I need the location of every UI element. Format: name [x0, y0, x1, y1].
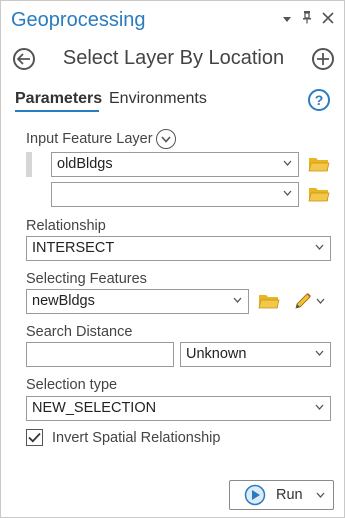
browse-folder-icon[interactable]	[308, 185, 330, 203]
chevron-down-icon[interactable]	[316, 492, 325, 498]
sketch-tool-button[interactable]	[293, 291, 329, 311]
pencil-icon	[295, 293, 311, 309]
search-distance-unit-select[interactable]: Unknown	[180, 342, 331, 367]
expand-layer-button[interactable]	[156, 129, 176, 149]
chevron-down-icon	[233, 297, 242, 305]
invert-label: Invert Spatial Relationship	[52, 430, 221, 446]
field-value: newBldgs	[32, 293, 95, 309]
help-button[interactable]: ?	[308, 89, 330, 111]
chevron-down-icon	[283, 160, 292, 168]
relationship-label: Relationship	[26, 218, 106, 234]
checkmark-icon	[28, 432, 41, 443]
search-distance-input[interactable]	[26, 342, 174, 367]
invert-checkbox[interactable]	[26, 429, 43, 446]
pane-controls	[282, 10, 334, 30]
geoprocessing-pane: Geoprocessing Select Layer By Location P…	[0, 0, 345, 518]
selection-type-label: Selection type	[26, 377, 118, 393]
chevron-down-icon	[315, 244, 324, 252]
input-feature-layer-field-1[interactable]: oldBldgs	[51, 152, 299, 177]
input-feature-layer-label: Input Feature Layer	[26, 131, 153, 147]
play-icon	[244, 484, 266, 506]
tab-active-indicator	[15, 110, 99, 112]
search-distance-label: Search Distance	[26, 324, 133, 340]
row-handle[interactable]	[26, 152, 32, 177]
selection-type-select[interactable]: NEW_SELECTION	[26, 396, 331, 421]
help-icon: ?	[314, 92, 324, 108]
selecting-features-field[interactable]: newBldgs	[26, 289, 249, 314]
chevron-down-icon[interactable]	[282, 10, 292, 30]
browse-folder-icon[interactable]	[308, 155, 330, 173]
selecting-features-label: Selecting Features	[26, 271, 147, 287]
chevron-down-icon	[283, 190, 292, 198]
relationship-select[interactable]: INTERSECT	[26, 236, 331, 261]
run-button[interactable]: Run	[229, 480, 334, 510]
field-value: NEW_SELECTION	[32, 400, 157, 416]
chevron-down-icon	[315, 350, 324, 358]
pin-icon[interactable]	[302, 10, 312, 30]
tab-environments[interactable]: Environments	[109, 90, 207, 108]
tab-parameters[interactable]: Parameters	[15, 90, 102, 108]
pane-title: Geoprocessing	[11, 9, 146, 31]
chevron-down-icon	[315, 404, 324, 412]
tool-title: Select Layer By Location	[62, 47, 285, 69]
input-feature-layer-field-2[interactable]	[51, 182, 299, 207]
plus-icon	[317, 53, 329, 65]
run-label: Run	[276, 487, 303, 503]
browse-folder-icon[interactable]	[258, 292, 280, 310]
add-tool-button[interactable]	[312, 48, 334, 70]
field-value: oldBldgs	[57, 156, 113, 172]
chevron-down-icon	[316, 298, 325, 304]
close-icon[interactable]	[322, 10, 334, 30]
chevron-down-icon	[161, 135, 171, 143]
field-value: Unknown	[186, 346, 247, 362]
field-value: INTERSECT	[32, 240, 115, 256]
